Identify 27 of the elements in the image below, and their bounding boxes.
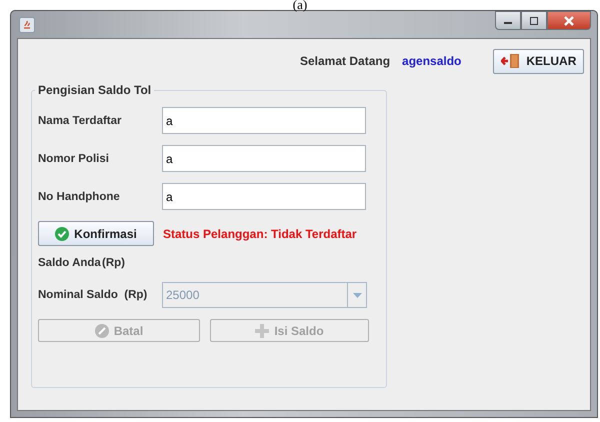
input-field[interactable]: a [162, 183, 366, 210]
door-exit-icon [501, 53, 522, 69]
minimize-button[interactable] [495, 11, 521, 30]
logout-button[interactable]: KELUAR [493, 48, 584, 74]
greeting-label: Selamat Datang [300, 54, 390, 68]
field-label: Nama Terdaftar [38, 114, 123, 126]
input-field[interactable]: a [162, 107, 366, 134]
field-label: Nomor Polisi [38, 152, 110, 164]
confirm-button[interactable]: Konfirmasi [38, 221, 154, 246]
amount-label: Nominal Saldo (Rp) [38, 289, 148, 301]
app-icon [19, 16, 35, 32]
plus-icon [255, 324, 270, 338]
status-message: Status Pelanggan: Tidak Terdaftar [163, 226, 357, 240]
balance-label: Saldo Anda [38, 257, 102, 269]
close-button[interactable] [547, 11, 591, 30]
maximize-icon [529, 16, 539, 24]
check-icon [55, 226, 70, 240]
dropdown-arrow-icon [352, 292, 362, 298]
maximize-button[interactable] [521, 11, 547, 30]
figure-caption: (a) [292, 0, 308, 10]
panel-title: Pengisian Saldo Tol [37, 83, 152, 97]
currency-label: (Rp) [102, 257, 125, 269]
cancel-icon [94, 324, 109, 338]
username-label: agensaldo [402, 54, 462, 68]
close-icon [563, 16, 575, 26]
input-field[interactable]: a [162, 145, 366, 172]
field-label: No Handphone [38, 190, 121, 202]
